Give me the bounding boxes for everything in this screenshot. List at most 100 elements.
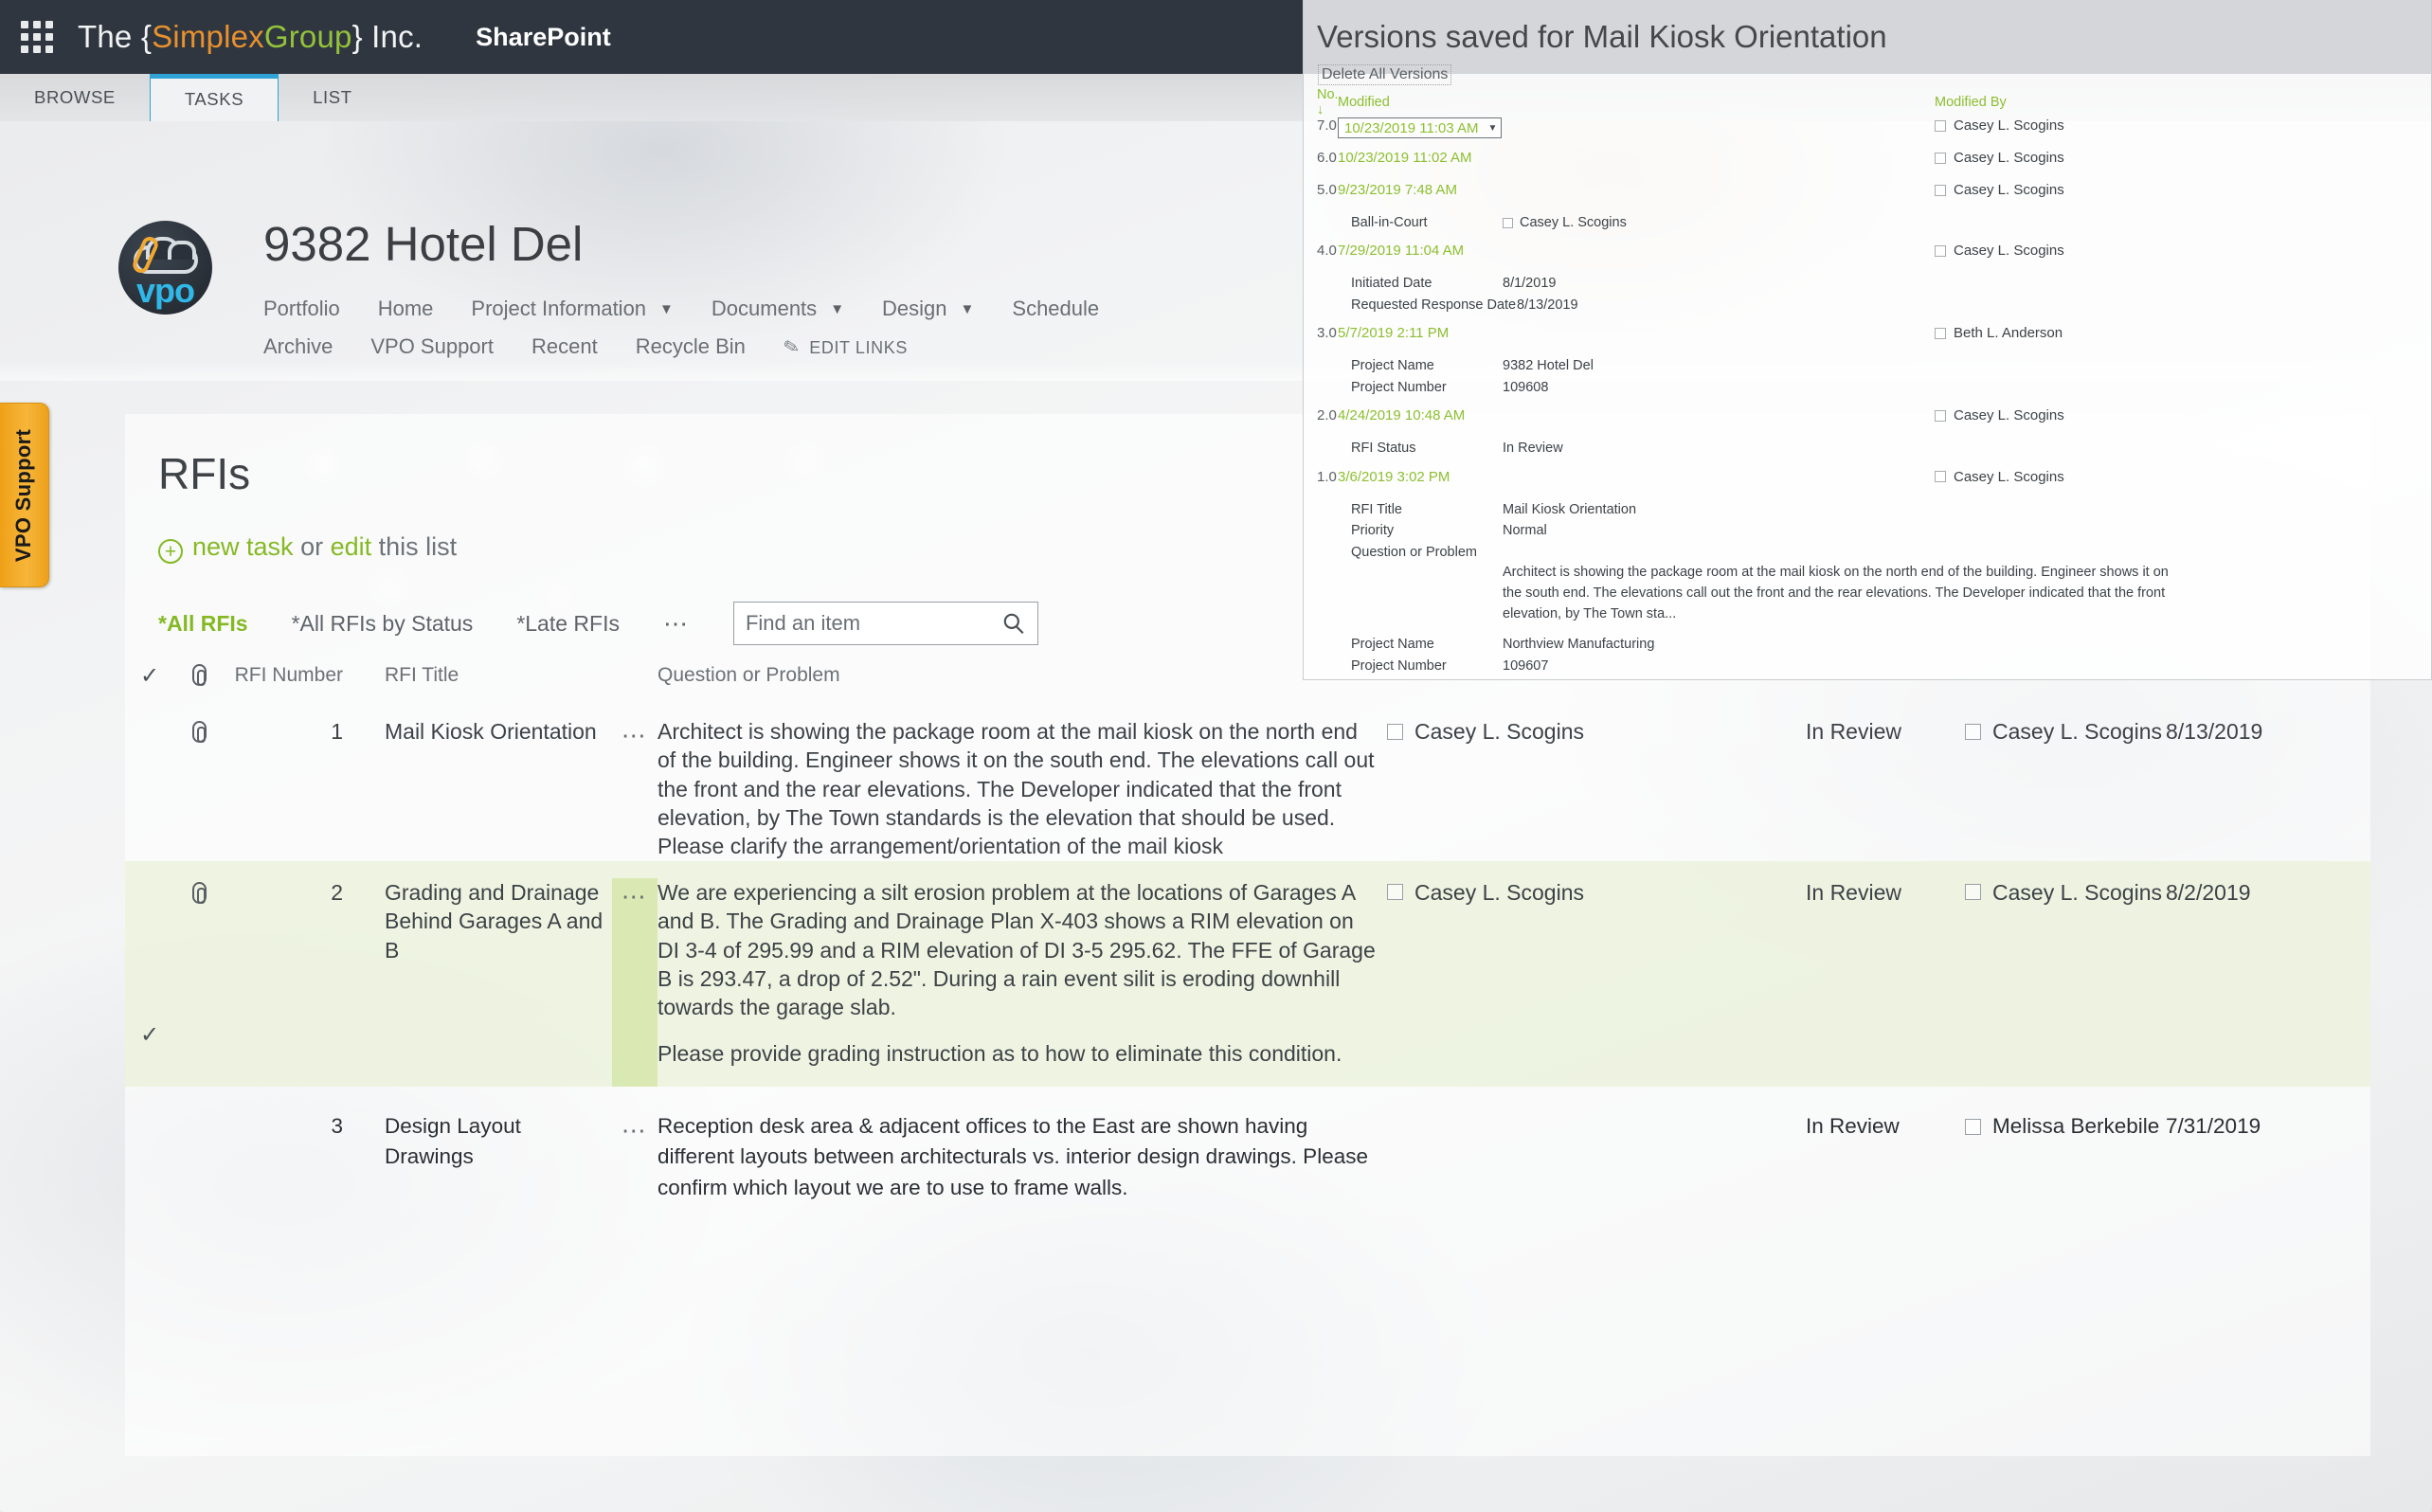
nav-item-design[interactable]: Design xyxy=(882,290,946,328)
row-question-cell: Reception desk area & adjacent offices t… xyxy=(658,1111,1378,1204)
nav-item-archive[interactable]: Archive xyxy=(263,328,333,366)
row-menu-cell[interactable]: ⋯ xyxy=(612,877,658,1087)
version-row[interactable]: 1.0 3/6/2019 3:02 PM Casey L. Scogins xyxy=(1304,469,2431,494)
ellipsis-icon[interactable]: ⋯ xyxy=(622,719,649,861)
version-row[interactable]: 6.0 10/23/2019 11:02 AM Casey L. Scogins xyxy=(1304,150,2431,174)
versions-header-no[interactable]: No. ↓ xyxy=(1304,87,1339,117)
versions-dialog-title: Versions saved for Mail Kiosk Orientatio… xyxy=(1317,19,1887,54)
version-row[interactable]: 3.0 5/7/2019 2:11 PM Beth L. Anderson xyxy=(1304,325,2431,350)
row-attachment-cell[interactable] xyxy=(174,717,224,746)
row-question-cell: Architect is showing the package room at… xyxy=(658,717,1378,861)
column-header-rfi-number[interactable]: RFI Number xyxy=(224,664,364,687)
row-question-cell: We are experiencing a silt erosion probl… xyxy=(658,878,1378,1068)
edit-list-link[interactable]: edit xyxy=(331,532,372,561)
version-detail-row: Project Name 9382 Hotel Del xyxy=(1304,355,2431,376)
version-detail-label: Project Number xyxy=(1351,657,1447,674)
views-more-icon[interactable]: ⋯ xyxy=(663,609,690,639)
view-all-rfis[interactable]: *All RFIs xyxy=(158,611,248,637)
row-date: 7/31/2019 xyxy=(2166,1113,2261,1138)
column-header-question[interactable]: Question or Problem xyxy=(658,664,1378,687)
chevron-down-icon-design[interactable]: ▼ xyxy=(961,301,975,317)
nav-item-schedule[interactable]: Schedule xyxy=(1012,290,1099,328)
tab-list[interactable]: LIST xyxy=(279,74,386,121)
column-header-rfi-title[interactable]: RFI Title xyxy=(364,664,612,687)
vpo-support-tab[interactable]: VPO Support xyxy=(0,403,49,587)
version-detail-label: Initiated Date xyxy=(1351,276,1432,292)
version-row[interactable]: 4.0 7/29/2019 11:04 AM Casey L. Scogins xyxy=(1304,243,2431,267)
nav-item-project-information[interactable]: Project Information xyxy=(471,290,646,328)
version-row[interactable]: 2.0 4/24/2019 10:48 AM Casey L. Scogins xyxy=(1304,407,2431,432)
sharepoint-app-link[interactable]: SharePoint xyxy=(476,23,611,52)
presence-box-icon xyxy=(1935,244,1946,257)
presence-box-icon xyxy=(1935,409,1946,422)
delete-all-versions-button[interactable]: Delete All Versions xyxy=(1318,64,1452,85)
ellipsis-icon[interactable]: ⋯ xyxy=(622,1113,649,1204)
version-detail-value: 109607 xyxy=(1503,657,1549,674)
nav-item-vpo-support[interactable]: VPO Support xyxy=(370,328,494,366)
edit-links-button[interactable]: ✎ EDIT LINKS xyxy=(782,335,908,359)
row-date: 8/2/2019 xyxy=(2166,879,2251,905)
chevron-down-icon-documents[interactable]: ▼ xyxy=(830,301,844,317)
row-rfi-title[interactable]: Grading and Drainage Behind Garages A an… xyxy=(364,878,612,964)
version-modified-by: Casey L. Scogins xyxy=(1954,182,2064,198)
version-modified-by-cell: Casey L. Scogins xyxy=(1935,243,2314,259)
chevron-down-icon-project-information[interactable]: ▼ xyxy=(659,301,674,317)
brand-orange: Simplex xyxy=(152,19,264,54)
version-modified[interactable]: 7/29/2019 11:04 AM xyxy=(1338,243,1935,259)
app-launcher-icon[interactable] xyxy=(21,21,53,53)
row-rfi-title[interactable]: Design Layout Drawings xyxy=(364,1111,612,1173)
nav-row-2: Archive VPO Support Recent Recycle Bin ✎… xyxy=(263,328,1334,366)
row-select-cell[interactable]: ✓ xyxy=(125,878,174,1048)
version-modified[interactable]: 4/24/2019 10:48 AM xyxy=(1338,407,1935,423)
version-detail-row: Requested Response Date 8/13/2019 xyxy=(1304,295,2431,315)
row-rfi-title[interactable]: Mail Kiosk Orientation xyxy=(364,717,612,746)
row-initiated-by-cell: Casey L. Scogins xyxy=(1965,717,2166,747)
column-header-select[interactable]: ✓ xyxy=(125,662,174,690)
tab-browse[interactable]: BROWSE xyxy=(0,74,150,121)
new-task-link[interactable]: new task xyxy=(192,532,294,561)
version-detail-label: Project Number xyxy=(1351,379,1447,395)
version-modified[interactable]: 10/23/2019 11:02 AM xyxy=(1338,150,1935,166)
tab-tasks[interactable]: TASKS xyxy=(149,74,279,121)
column-header-attachment[interactable] xyxy=(174,663,224,688)
search-box[interactable] xyxy=(732,602,1038,645)
version-detail-label: RFI Status xyxy=(1351,441,1416,457)
nav-item-documents[interactable]: Documents xyxy=(712,290,817,328)
version-detail-row: RFI Title Mail Kiosk Orientation xyxy=(1304,499,2431,520)
row-initiated-by-cell: Melissa Berkebile xyxy=(1965,1111,2166,1143)
version-row[interactable]: 5.0 9/23/2019 7:48 AM Casey L. Scogins xyxy=(1304,182,2431,207)
row-initiated-by: Casey L. Scogins xyxy=(1992,719,2162,744)
table-row[interactable]: ✓ 2 Grading and Drainage Behind Garages … xyxy=(125,860,2370,1087)
vpo-support-tab-label: VPO Support xyxy=(11,428,36,562)
table-row[interactable]: 1 Mail Kiosk Orientation ⋯ Architect is … xyxy=(125,700,2370,861)
version-modified-cell[interactable]: 10/23/2019 11:03 AM ▼ xyxy=(1338,117,1935,138)
version-modified[interactable]: 3/6/2019 3:02 PM xyxy=(1338,469,1935,485)
search-icon[interactable] xyxy=(1001,611,1026,636)
plus-circle-icon[interactable]: + xyxy=(158,539,183,564)
version-detail-label: Project Name xyxy=(1351,358,1434,374)
search-input[interactable] xyxy=(745,603,1000,643)
brand-pre: The xyxy=(78,19,141,54)
version-modified[interactable]: 5/7/2019 2:11 PM xyxy=(1338,325,1935,341)
versions-header-modified[interactable]: Modified xyxy=(1338,95,1935,110)
row-menu-cell[interactable]: ⋯ xyxy=(612,717,658,861)
row-attachment-cell[interactable] xyxy=(174,878,224,907)
nav-item-portfolio[interactable]: Portfolio xyxy=(263,290,340,328)
view-all-rfis-by-status[interactable]: *All RFIs by Status xyxy=(292,611,474,637)
table-row[interactable]: 3 Design Layout Drawings ⋯ Reception des… xyxy=(125,1087,2370,1204)
versions-header-modified-by[interactable]: Modified By xyxy=(1935,95,2314,110)
row-menu-cell[interactable]: ⋯ xyxy=(612,1111,658,1204)
version-date-dropdown[interactable]: 10/23/2019 11:03 AM ▼ xyxy=(1338,117,1503,138)
nav-item-recycle-bin[interactable]: Recycle Bin xyxy=(636,328,746,366)
nav-item-home[interactable]: Home xyxy=(378,290,434,328)
version-modified-by-cell: Casey L. Scogins xyxy=(1935,150,2314,166)
ellipsis-icon[interactable]: ⋯ xyxy=(622,880,649,1087)
row-initiated-by-cell: Casey L. Scogins xyxy=(1965,878,2166,908)
chevron-down-icon[interactable]: ▼ xyxy=(1488,123,1498,134)
version-modified[interactable]: 9/23/2019 7:48 AM xyxy=(1338,182,1935,198)
view-late-rfis[interactable]: *Late RFIs xyxy=(516,611,620,637)
nav-item-recent[interactable]: Recent xyxy=(531,328,598,366)
version-modified-by: Casey L. Scogins xyxy=(1954,117,2064,134)
version-row[interactable]: 7.0 10/23/2019 11:03 AM ▼ Casey L. Scogi… xyxy=(1304,117,2431,142)
vpo-cloud-paperclip-logo[interactable]: vpo xyxy=(118,221,212,315)
